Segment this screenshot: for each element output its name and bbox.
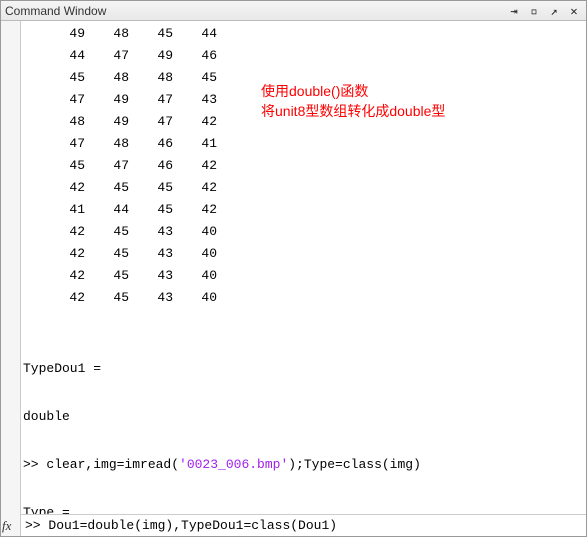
matrix-cell: 47	[41, 133, 85, 155]
matrix-cell: 48	[85, 67, 129, 89]
matrix-cell: 47	[85, 155, 129, 177]
matrix-cell: 48	[129, 67, 173, 89]
matrix-row: 45474642	[41, 155, 582, 177]
matrix-cell: 42	[173, 177, 217, 199]
annotation-line: 将unit8型数组转化成double型	[261, 101, 445, 121]
matrix-cell: 47	[129, 89, 173, 111]
matrix-cell: 41	[173, 133, 217, 155]
matrix-cell: 48	[85, 23, 129, 45]
matrix-cell: 45	[41, 155, 85, 177]
matrix-cell: 40	[173, 221, 217, 243]
matrix-cell: 45	[85, 265, 129, 287]
matrix-cell: 45	[129, 177, 173, 199]
command-input-line[interactable]: >> Dou1=double(img),TypeDou1=class(Dou1)	[21, 514, 586, 536]
matrix-row: 49484544	[41, 23, 582, 45]
matrix-cell: 40	[173, 287, 217, 309]
matrix-cell: 43	[129, 243, 173, 265]
matrix-cell: 42	[173, 111, 217, 133]
matrix-cell: 44	[173, 23, 217, 45]
window-title: Command Window	[5, 4, 502, 18]
cmd-text: );Type=class(img)	[288, 457, 421, 472]
minimize-icon[interactable]: ▫	[526, 4, 542, 18]
matrix-cell: 48	[85, 133, 129, 155]
titlebar: Command Window ⇥ ▫ ↗ ✕	[1, 1, 586, 21]
blank	[23, 333, 582, 357]
matrix-cell: 40	[173, 243, 217, 265]
blank	[23, 429, 582, 453]
var-label: TypeDou1 =	[23, 357, 582, 381]
matrix-row: 47484641	[41, 133, 582, 155]
matrix-cell: 45	[173, 67, 217, 89]
var-value: double	[23, 405, 582, 429]
matrix-row: 42454542	[41, 177, 582, 199]
annotation-overlay: 使用double()函数 将unit8型数组转化成double型	[261, 81, 445, 121]
matrix-cell: 45	[129, 23, 173, 45]
matrix-cell: 43	[129, 265, 173, 287]
matrix-row: 42454340	[41, 287, 582, 309]
matrix-cell: 49	[41, 23, 85, 45]
matrix-cell: 43	[173, 89, 217, 111]
matrix-cell: 41	[41, 199, 85, 221]
annotation-line: 使用double()函数	[261, 81, 445, 101]
matrix-cell: 44	[85, 199, 129, 221]
prompt: >>	[25, 518, 48, 533]
matrix-cell: 48	[41, 111, 85, 133]
matrix-cell: 45	[85, 177, 129, 199]
matrix-cell: 45	[85, 221, 129, 243]
matrix-row: 41444542	[41, 199, 582, 221]
matrix-cell: 49	[129, 45, 173, 67]
matrix-row: 42454340	[41, 243, 582, 265]
cmd-text: clear,img=imread(	[46, 457, 179, 472]
close-icon[interactable]: ✕	[566, 4, 582, 18]
matrix-cell: 49	[85, 89, 129, 111]
window-body: fx 4948454444474946454848454749474348494…	[1, 21, 586, 536]
matrix-cell: 46	[173, 45, 217, 67]
matrix-row: 42454340	[41, 221, 582, 243]
matrix-cell: 45	[129, 199, 173, 221]
matrix-row: 42454340	[41, 265, 582, 287]
matrix-cell: 47	[41, 89, 85, 111]
fx-icon[interactable]: fx	[2, 518, 11, 534]
matrix-cell: 42	[41, 177, 85, 199]
matrix-cell: 45	[85, 243, 129, 265]
matrix-cell: 49	[85, 111, 129, 133]
blank	[23, 477, 582, 501]
matrix-cell: 43	[129, 287, 173, 309]
matrix-cell: 42	[173, 199, 217, 221]
input-text: Dou1=double(img),TypeDou1=class(Dou1)	[48, 518, 337, 533]
matrix-cell: 45	[85, 287, 129, 309]
matrix-cell: 40	[173, 265, 217, 287]
matrix-cell: 46	[129, 133, 173, 155]
dock-icon[interactable]: ⇥	[506, 4, 522, 18]
matrix-cell: 42	[41, 287, 85, 309]
matrix-cell: 45	[41, 67, 85, 89]
matrix-cell: 46	[129, 155, 173, 177]
command-window: Command Window ⇥ ▫ ↗ ✕ fx 49484544444749…	[0, 0, 587, 537]
matrix-cell: 43	[129, 221, 173, 243]
matrix-cell: 42	[41, 221, 85, 243]
matrix-cell: 47	[85, 45, 129, 67]
matrix-cell: 42	[41, 265, 85, 287]
matrix-cell: 42	[41, 243, 85, 265]
matrix-cell: 42	[173, 155, 217, 177]
matrix-cell: 47	[129, 111, 173, 133]
matrix-output: 4948454444474946454848454749474348494742…	[41, 23, 582, 309]
blank	[23, 309, 582, 333]
prompt: >>	[23, 457, 46, 472]
maximize-icon[interactable]: ↗	[546, 4, 562, 18]
matrix-cell: 44	[41, 45, 85, 67]
blank	[23, 381, 582, 405]
command-line: >> clear,img=imread('0023_006.bmp');Type…	[23, 453, 582, 477]
matrix-row: 44474946	[41, 45, 582, 67]
gutter: fx	[1, 21, 21, 536]
content-area[interactable]: 4948454444474946454848454749474348494742…	[21, 21, 586, 536]
cmd-string: '0023_006.bmp'	[179, 457, 288, 472]
